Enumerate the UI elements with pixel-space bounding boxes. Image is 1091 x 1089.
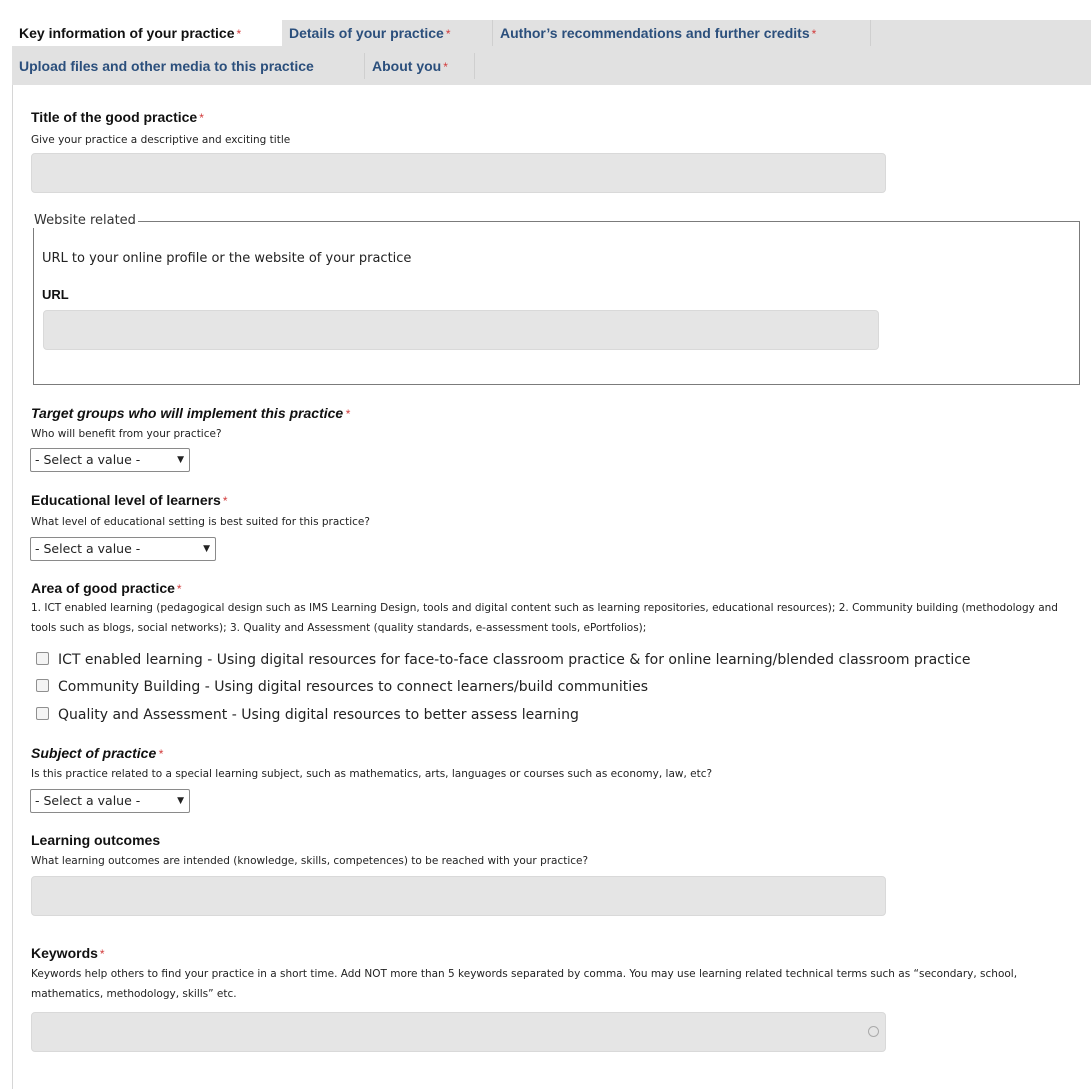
title-description: Give your practice a descriptive and exc…: [31, 134, 291, 146]
keywords-description: Keywords help others to find your practi…: [31, 968, 1018, 1000]
checkbox-label: Community Building - Using digital resou…: [58, 679, 649, 695]
required-marker: *: [236, 27, 242, 41]
checkbox[interactable]: [36, 652, 49, 665]
keywords-label: Keywords *: [31, 945, 105, 961]
website-legend: Website related: [33, 213, 138, 228]
tab-label: Details of your practice: [289, 25, 444, 41]
required-marker: *: [222, 494, 228, 508]
area-label-text: Area of good practice: [31, 580, 175, 596]
required-marker: *: [176, 582, 182, 596]
required-marker: *: [443, 60, 448, 74]
dropdown-arrow-icon: ▼: [177, 796, 184, 806]
dropdown-arrow-icon: ▼: [177, 455, 184, 465]
checkbox-label: ICT enabled learning - Using digital res…: [58, 652, 971, 668]
select-value: - Select a value -: [35, 452, 141, 467]
tab-details[interactable]: Details of your practice *: [282, 20, 493, 46]
keywords-label-text: Keywords: [31, 945, 98, 961]
checkbox[interactable]: [36, 679, 49, 692]
checkbox-label: Quality and Assessment - Using digital r…: [58, 707, 579, 723]
area-option-quality[interactable]: Quality and Assessment - Using digital r…: [36, 706, 579, 724]
target-groups-label: Target groups who will implement this pr…: [31, 405, 350, 421]
tab-about-you[interactable]: About you *: [365, 53, 475, 79]
learning-outcomes-label: Learning outcomes: [31, 832, 161, 848]
select-value: - Select a value -: [35, 793, 141, 808]
area-description: 1. ICT enabled learning (pedagogical des…: [31, 602, 1058, 634]
target-groups-description: Who will benefit from your practice?: [31, 428, 222, 440]
tab-author-recommendations[interactable]: Author’s recommendations and further cre…: [493, 20, 871, 46]
title-input[interactable]: [31, 153, 886, 193]
area-option-community[interactable]: Community Building - Using digital resou…: [36, 678, 648, 696]
required-marker: *: [811, 27, 817, 41]
area-option-ict[interactable]: ICT enabled learning - Using digital res…: [36, 651, 971, 669]
form-panel: Title of the good practice * Give your pr…: [12, 85, 1091, 1089]
educational-level-description: What level of educational setting is bes…: [31, 516, 370, 528]
keywords-input[interactable]: [31, 1012, 886, 1052]
area-label: Area of good practice *: [31, 580, 182, 596]
website-fieldset: [33, 221, 1080, 385]
subject-label: Subject of practice *: [31, 745, 163, 761]
subject-description: Is this practice related to a special le…: [31, 768, 713, 780]
target-groups-select[interactable]: - Select a value - ▼: [30, 448, 190, 472]
educational-level-label: Educational level of learners *: [31, 492, 228, 508]
required-marker: *: [199, 111, 204, 125]
required-marker: *: [345, 407, 350, 421]
url-label: URL: [42, 287, 69, 302]
subject-label-text: Subject of practice: [31, 745, 157, 761]
required-marker: *: [158, 747, 163, 761]
tab-bar: Key information of your practice * Detail…: [12, 20, 1091, 85]
required-marker: *: [445, 27, 451, 41]
title-label: Title of the good practice *: [31, 109, 204, 125]
website-description: URL to your online profile or the websit…: [42, 251, 412, 266]
title-label-text: Title of the good practice: [31, 109, 198, 125]
tab-label: About you: [372, 58, 442, 74]
learning-outcomes-description: What learning outcomes are intended (kno…: [31, 855, 589, 867]
required-marker: *: [99, 947, 105, 961]
checkbox[interactable]: [36, 707, 49, 720]
tab-label: Upload files and other media to this pra…: [19, 58, 314, 74]
tab-label: Author’s recommendations and further cre…: [500, 25, 810, 41]
learning-outcomes-input[interactable]: [31, 876, 886, 916]
tab-key-information[interactable]: Key information of your practice *: [12, 20, 282, 46]
resize-handle-icon[interactable]: [868, 1026, 879, 1037]
tab-label: Key information of your practice: [19, 25, 235, 41]
select-value: - Select a value -: [35, 541, 141, 556]
educational-level-label-text: Educational level of learners: [31, 492, 221, 508]
tab-upload-files[interactable]: Upload files and other media to this pra…: [12, 53, 365, 79]
dropdown-arrow-icon: ▼: [203, 544, 210, 554]
url-input[interactable]: [43, 310, 879, 350]
educational-level-select[interactable]: - Select a value - ▼: [30, 537, 216, 561]
subject-select[interactable]: - Select a value - ▼: [30, 789, 190, 813]
target-groups-label-text: Target groups who will implement this pr…: [31, 405, 344, 421]
